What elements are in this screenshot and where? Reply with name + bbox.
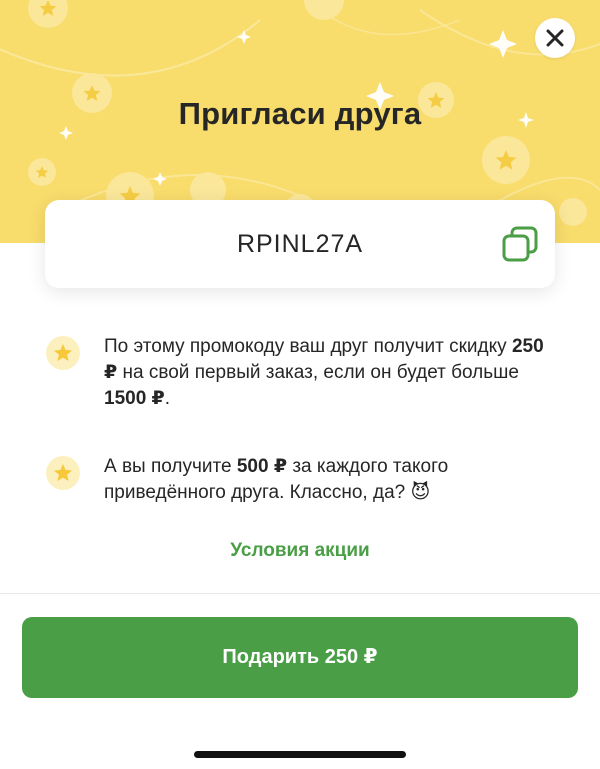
- devil-emoji-icon: 😈: [410, 482, 431, 503]
- invite-friend-sheet: Пригласи друга RPINL27A По этому промоко…: [0, 0, 600, 769]
- star-icon: [54, 344, 72, 361]
- benefit-text: По этому промокоду ваш друг получит скид…: [104, 336, 544, 409]
- promo-conditions-link[interactable]: Условия акции: [0, 540, 600, 562]
- copy-icon: [502, 226, 538, 262]
- page-title: Пригласи друга: [178, 96, 422, 131]
- close-icon: [546, 29, 564, 47]
- star-badge: [46, 456, 80, 490]
- home-indicator: [194, 751, 406, 758]
- star-badge: [46, 336, 80, 370]
- benefit-text: А вы получите 500 ₽ за каждого такого пр…: [104, 456, 449, 503]
- gift-button[interactable]: Подарить 250 ₽: [22, 617, 578, 698]
- close-button[interactable]: [535, 18, 575, 58]
- promo-code-card[interactable]: RPINL27A: [45, 200, 555, 288]
- divider: [0, 593, 600, 594]
- promo-code-text[interactable]: RPINL27A: [45, 200, 555, 288]
- copy-button[interactable]: [501, 225, 539, 263]
- star-icon: [54, 464, 72, 481]
